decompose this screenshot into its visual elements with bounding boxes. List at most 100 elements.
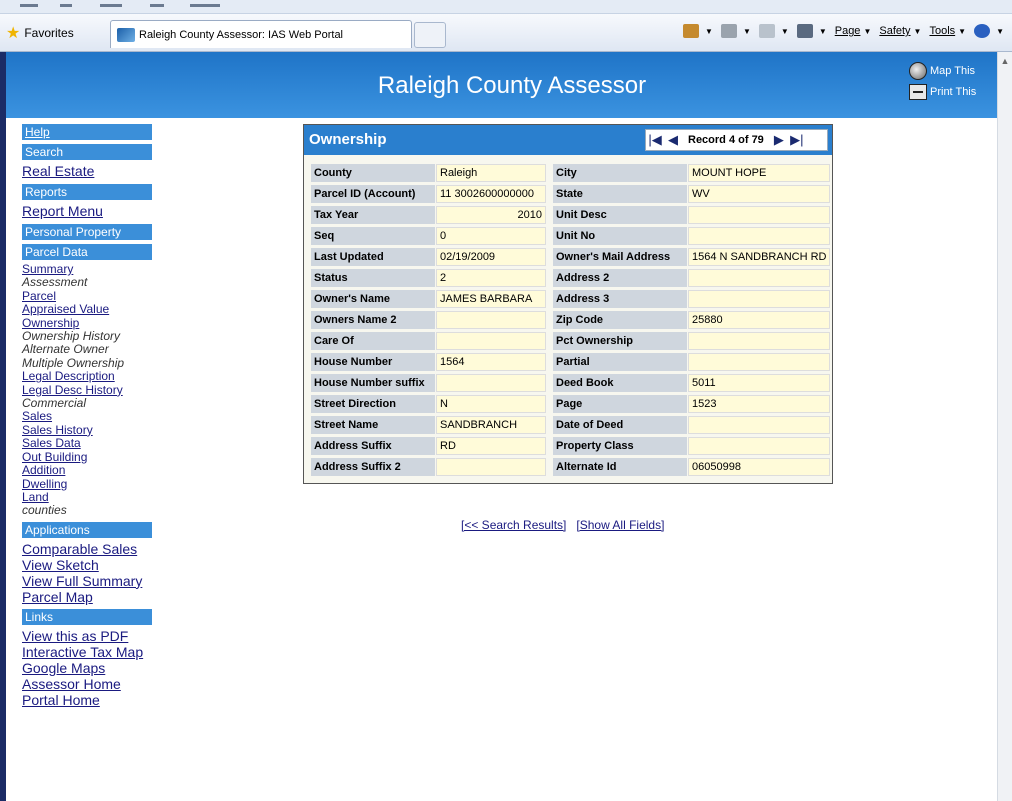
first-record-icon[interactable]: |◀ xyxy=(646,130,664,150)
field-value-city: MOUNT HOPE xyxy=(688,164,831,182)
field-value-address-2 xyxy=(688,269,831,287)
field-value-parcel-id-account: 11 3002600000000 xyxy=(436,185,546,203)
sidebar-item-ownership[interactable]: Ownership xyxy=(22,316,152,330)
field-value-status: 2 xyxy=(436,269,546,287)
field-value-care-of xyxy=(436,332,546,350)
field-label: Parcel ID (Account) xyxy=(311,185,435,203)
help-menu[interactable]: ▼ xyxy=(974,24,1004,38)
field-label: Partial xyxy=(553,353,687,371)
favorites-label: Favorites xyxy=(24,26,74,40)
sidebar-heading-personal-property[interactable]: Personal Property xyxy=(22,224,152,240)
field-value-seq: 0 xyxy=(436,227,546,245)
map-this-link[interactable]: Map This xyxy=(909,62,975,80)
field-label: Page xyxy=(553,395,687,413)
table-row: House Number suffix xyxy=(311,374,546,392)
mail-button[interactable]: ▼ xyxy=(758,24,789,38)
table-row: Status 2 xyxy=(311,269,546,287)
field-label: Care Of xyxy=(311,332,435,350)
table-row: Page 1523 xyxy=(553,395,831,413)
field-label: Alternate Id xyxy=(553,458,687,476)
field-label: Owner's Name xyxy=(311,290,435,308)
table-row: Zip Code 25880 xyxy=(553,311,831,329)
field-label: Owner's Mail Address xyxy=(553,248,687,266)
field-value-owner-s-name: JAMES BARBARA xyxy=(436,290,546,308)
prev-record-icon[interactable]: ◀ xyxy=(664,130,682,150)
table-row: Alternate Id 06050998 xyxy=(553,458,831,476)
sidebar-item-parcel[interactable]: Parcel xyxy=(22,289,152,303)
links-list: View this as PDF Interactive Tax Map Googl… xyxy=(22,628,152,708)
field-value-unit-no xyxy=(688,227,831,245)
sidebar-item-multiple-ownership: Multiple Ownership xyxy=(22,355,125,370)
page-menu[interactable]: Page ▼ xyxy=(835,25,872,37)
globe-icon xyxy=(909,62,927,80)
sidebar-item-addition[interactable]: Addition xyxy=(22,463,152,477)
sidebar-item-real-estate[interactable]: Real Estate xyxy=(22,163,152,180)
sidebar-item-interactive-tax-map[interactable]: Interactive Tax Map xyxy=(22,644,152,660)
print-button[interactable]: ▼ xyxy=(796,24,827,38)
sidebar-item-sales[interactable]: Sales xyxy=(22,410,152,424)
field-label: Seq xyxy=(311,227,435,245)
table-row: Unit Desc xyxy=(553,206,831,224)
sidebar-help[interactable]: Help xyxy=(22,124,152,140)
sidebar-item-summary[interactable]: Summary xyxy=(22,262,152,276)
browser-tab-active[interactable]: Raleigh County Assessor: IAS Web Portal xyxy=(110,20,412,48)
sidebar-item-out-building[interactable]: Out Building xyxy=(22,450,152,464)
search-results-link[interactable]: [<< Search Results] xyxy=(461,518,566,532)
sidebar-item-appraised-value[interactable]: Appraised Value xyxy=(22,302,152,316)
sidebar-item-google-maps[interactable]: Google Maps xyxy=(22,660,152,676)
field-label: Unit No xyxy=(553,227,687,245)
table-row: Deed Book 5011 xyxy=(553,374,831,392)
feeds-button[interactable]: ▼ xyxy=(720,24,751,38)
field-label: Pct Ownership xyxy=(553,332,687,350)
next-record-icon[interactable]: ▶ xyxy=(770,130,788,150)
panel-title: Ownership xyxy=(309,131,387,148)
field-label: Deed Book xyxy=(553,374,687,392)
sidebar-item-parcel-map[interactable]: Parcel Map xyxy=(22,589,152,605)
sidebar-item-comparable-sales[interactable]: Comparable Sales xyxy=(22,541,152,557)
field-label: Street Name xyxy=(311,416,435,434)
safety-menu[interactable]: Safety ▼ xyxy=(879,25,921,37)
sidebar-item-assessor-home[interactable]: Assessor Home xyxy=(22,676,152,692)
sidebar-item-sales-data[interactable]: Sales Data xyxy=(22,436,152,450)
star-icon: ★ xyxy=(6,25,21,42)
panel-header: Ownership |◀ ◀ Record 4 of 79 ▶ ▶| xyxy=(304,125,832,155)
home-button[interactable]: ▼ xyxy=(683,24,713,38)
sidebar-item-legal-description[interactable]: Legal Description xyxy=(22,369,152,383)
print-this-link[interactable]: Print This xyxy=(909,84,976,100)
sidebar-item-legal-desc-history[interactable]: Legal Desc History xyxy=(22,383,152,397)
field-label: Address Suffix 2 xyxy=(311,458,435,476)
printer-icon xyxy=(796,24,813,38)
field-value-page: 1523 xyxy=(688,395,831,413)
show-all-fields-link[interactable]: [Show All Fields] xyxy=(576,518,664,532)
sidebar-heading-reports: Reports xyxy=(22,184,152,200)
sidebar-item-view-this-as-pdf[interactable]: View this as PDF xyxy=(22,628,152,644)
page-scrollbar[interactable]: ▲ xyxy=(997,52,1012,801)
sidebar-item-dwelling[interactable]: Dwelling xyxy=(22,477,152,491)
table-row: Tax Year 2010 xyxy=(311,206,546,224)
favorites-button[interactable]: ★ Favorites xyxy=(6,22,74,44)
field-value-property-class xyxy=(688,437,831,455)
scroll-up-icon[interactable]: ▲ xyxy=(999,56,1011,66)
table-row: Owner's Name JAMES BARBARA xyxy=(311,290,546,308)
sidebar-heading-search: Search xyxy=(22,144,152,160)
field-label: State xyxy=(553,185,687,203)
sidebar-item-portal-home[interactable]: Portal Home xyxy=(22,692,152,708)
sidebar-heading-links: Links xyxy=(22,608,152,625)
sidebar-item-land[interactable]: Land xyxy=(22,490,152,504)
field-label: Status xyxy=(311,269,435,287)
map-this-label: Map This xyxy=(930,65,976,77)
sidebar-item-view-full-summary[interactable]: View Full Summary xyxy=(22,573,152,589)
sidebar-heading-applications: Applications xyxy=(22,521,152,538)
site-title: Raleigh County Assessor xyxy=(377,72,647,99)
sidebar-item-sales-history[interactable]: Sales History xyxy=(22,423,152,437)
tools-menu[interactable]: Tools ▼ xyxy=(929,25,966,37)
menu-fragment xyxy=(20,4,38,7)
sidebar-item-report-menu[interactable]: Report Menu xyxy=(22,203,152,220)
table-row: Seq 0 xyxy=(311,227,546,245)
sidebar-item-view-sketch[interactable]: View Sketch xyxy=(22,557,152,573)
last-record-icon[interactable]: ▶| xyxy=(788,130,806,150)
parcel-data-list: Summary Assessment Parcel Appraised Value Ow… xyxy=(22,262,152,518)
new-tab-button[interactable] xyxy=(414,22,446,48)
field-label: Unit Desc xyxy=(553,206,687,224)
table-row: Unit No xyxy=(553,227,831,245)
